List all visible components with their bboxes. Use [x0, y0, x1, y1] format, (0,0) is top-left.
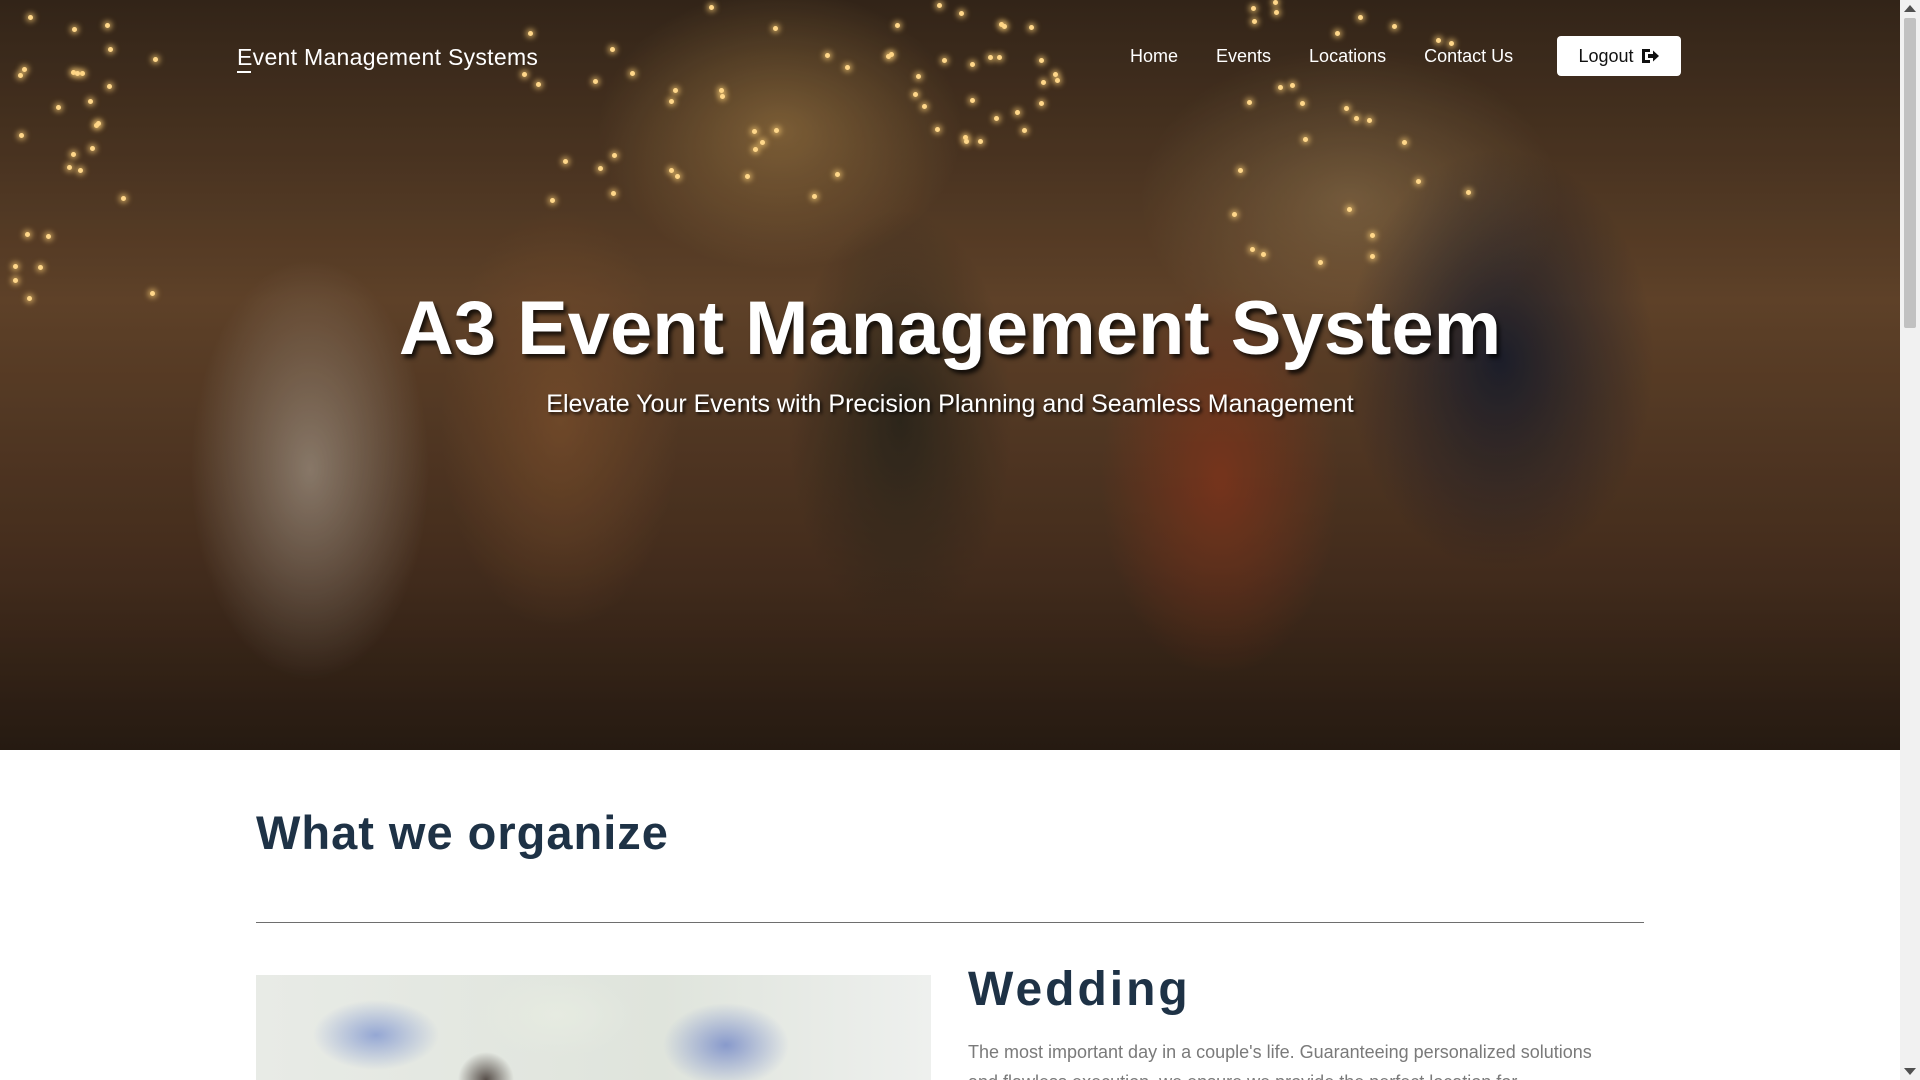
hero-subtitle: Elevate Your Events with Precision Plann…: [546, 390, 1354, 418]
brand-logo-link[interactable]: Event Management Systems: [237, 44, 538, 71]
sign-out-icon: [1641, 49, 1659, 63]
nav-link-locations[interactable]: Locations: [1309, 46, 1386, 67]
scroll-up-arrow-icon[interactable]: [1904, 5, 1916, 12]
main-nav: Home Events Locations Contact Us: [1130, 46, 1513, 67]
scrollbar-thumb[interactable]: [1904, 18, 1916, 328]
nav-link-events[interactable]: Events: [1216, 46, 1271, 67]
logout-button[interactable]: Logout: [1557, 36, 1681, 76]
nav-link-home[interactable]: Home: [1130, 46, 1178, 67]
event-description-wedding: The most important day in a couple's lif…: [968, 1042, 1592, 1080]
brand-underline: [237, 71, 251, 73]
section-divider: [256, 922, 1644, 923]
logout-label: Logout: [1578, 45, 1634, 66]
section-title: What we organize: [256, 806, 669, 859]
hero-title: A3 Event Management System: [398, 286, 1502, 371]
event-title-wedding: Wedding: [968, 963, 1191, 1016]
event-image-wedding: [256, 975, 931, 1080]
hero-banner: Event Management Systems Home Events Loc…: [0, 0, 1900, 750]
nav-link-contact-us[interactable]: Contact Us: [1424, 46, 1513, 67]
vertical-scrollbar[interactable]: [1900, 0, 1920, 1080]
hero-overlay: [0, 0, 1900, 750]
scroll-down-arrow-icon[interactable]: [1904, 1068, 1916, 1075]
